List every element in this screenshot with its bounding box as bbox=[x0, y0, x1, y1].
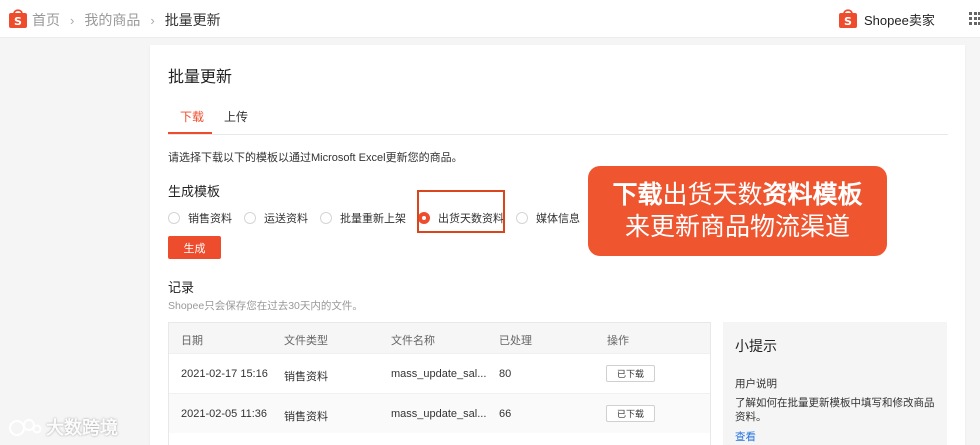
promo-callout: 下载出货天数资料模板 来更新商品物流渠道 bbox=[588, 166, 887, 256]
tips-title: 小提示 bbox=[735, 338, 777, 354]
callout-line-1: 下载出货天数资料模板 bbox=[588, 180, 887, 210]
tips-body: 了解如何在批量更新模板中填写和修改商品资料。 bbox=[735, 397, 935, 423]
svg-text:S: S bbox=[844, 15, 852, 28]
table-header: 日期 文件类型 文件名称 已处理 操作 bbox=[169, 323, 710, 353]
downloaded-button[interactable]: 已下载 bbox=[606, 405, 655, 422]
radio-media-info[interactable]: 媒体信息 bbox=[516, 210, 580, 226]
cell-date: 2021-02-05 11:36 bbox=[181, 408, 268, 420]
cell-file-name: mass_update_sal... bbox=[391, 408, 487, 420]
radio-label: 媒体信息 bbox=[536, 213, 580, 225]
radio-shipping-info[interactable]: 运送资料 bbox=[244, 210, 308, 226]
brand-name[interactable]: Shopee卖家 bbox=[864, 10, 935, 29]
callout-text: 出货天数 bbox=[662, 181, 763, 209]
top-bar: S 首页 › 我的商品 › 批量更新 S Shopee卖家 bbox=[0, 0, 980, 38]
page-title: 批量更新 bbox=[168, 69, 233, 86]
cell-processed: 66 bbox=[499, 408, 512, 420]
chevron-right-icon: › bbox=[150, 12, 155, 28]
column-header: 文件类型 bbox=[284, 335, 328, 347]
callout-bold-text: 下载 bbox=[612, 181, 663, 209]
breadcrumb-current: 批量更新 bbox=[164, 12, 221, 28]
page-description: 请选择下载以下的模板以通过Microsoft Excel更新您的商品。 bbox=[168, 152, 463, 164]
records-table: 日期 文件类型 文件名称 已处理 操作 2021-02-17 15:16 销售资… bbox=[168, 322, 711, 445]
table-row: 2021-02-05 11:36 销售资料 mass_update_sal...… bbox=[169, 393, 710, 433]
apps-grid-icon[interactable] bbox=[969, 12, 980, 25]
breadcrumb-home[interactable]: 首页 bbox=[32, 10, 60, 30]
callout-bold-text: 资料模板 bbox=[762, 181, 863, 209]
records-note: Shopee只会保存您在过去30天内的文件。 bbox=[168, 300, 363, 312]
watermark-logo-icon bbox=[9, 419, 42, 436]
tab-bar: 下载 上传 bbox=[168, 103, 948, 135]
chevron-right-icon: › bbox=[70, 12, 75, 28]
downloaded-button[interactable]: 已下载 bbox=[606, 365, 655, 382]
svg-text:S: S bbox=[14, 15, 22, 28]
breadcrumb-my-products[interactable]: 我的商品 bbox=[84, 10, 140, 30]
tab-upload[interactable]: 上传 bbox=[224, 108, 248, 125]
template-section-title: 生成模板 bbox=[168, 184, 221, 199]
radio-circle-icon bbox=[168, 212, 180, 224]
cell-processed: 80 bbox=[499, 368, 512, 380]
cell-date: 2021-02-17 15:16 bbox=[181, 368, 268, 380]
radio-circle-icon bbox=[244, 212, 256, 224]
cell-type: 销售资料 bbox=[284, 371, 328, 383]
radio-bulk-relist[interactable]: 批量重新上架 bbox=[320, 210, 406, 226]
watermark-text: 大数跨境 bbox=[46, 418, 118, 438]
radio-label: 运送资料 bbox=[264, 213, 308, 225]
highlight-box bbox=[417, 190, 505, 233]
radio-label: 批量重新上架 bbox=[340, 213, 406, 225]
column-header: 文件名称 bbox=[391, 335, 435, 347]
records-title: 记录 bbox=[168, 280, 195, 295]
radio-label: 销售资料 bbox=[188, 213, 232, 225]
radio-circle-icon bbox=[320, 212, 332, 224]
table-row: 2021-02-17 15:16 销售资料 mass_update_sal...… bbox=[169, 353, 710, 393]
shopee-logo-icon[interactable]: S bbox=[8, 7, 28, 29]
active-tab-indicator bbox=[168, 132, 212, 134]
view-link[interactable]: 查看 bbox=[735, 429, 756, 444]
radio-sales-info[interactable]: 销售资料 bbox=[168, 210, 232, 226]
column-header: 日期 bbox=[181, 335, 203, 347]
breadcrumb: 首页 › 我的商品 › 批量更新 bbox=[32, 10, 221, 30]
watermark: 大数跨境 bbox=[8, 414, 118, 440]
tips-panel: 小提示 用户说明 了解如何在批量更新模板中填写和修改商品资料。 查看 bbox=[723, 322, 947, 445]
tab-download[interactable]: 下载 bbox=[180, 108, 204, 125]
cell-file-name: mass_update_sal... bbox=[391, 368, 487, 380]
radio-circle-icon bbox=[516, 212, 528, 224]
tips-subtitle: 用户说明 bbox=[735, 378, 777, 390]
shopee-seller-logo-icon[interactable]: S bbox=[838, 7, 858, 29]
column-header: 已处理 bbox=[499, 335, 532, 347]
column-header: 操作 bbox=[607, 335, 629, 347]
callout-line-2: 来更新商品物流渠道 bbox=[624, 213, 850, 241]
generate-button[interactable]: 生成 bbox=[168, 236, 221, 259]
cell-type: 销售资料 bbox=[284, 411, 328, 423]
